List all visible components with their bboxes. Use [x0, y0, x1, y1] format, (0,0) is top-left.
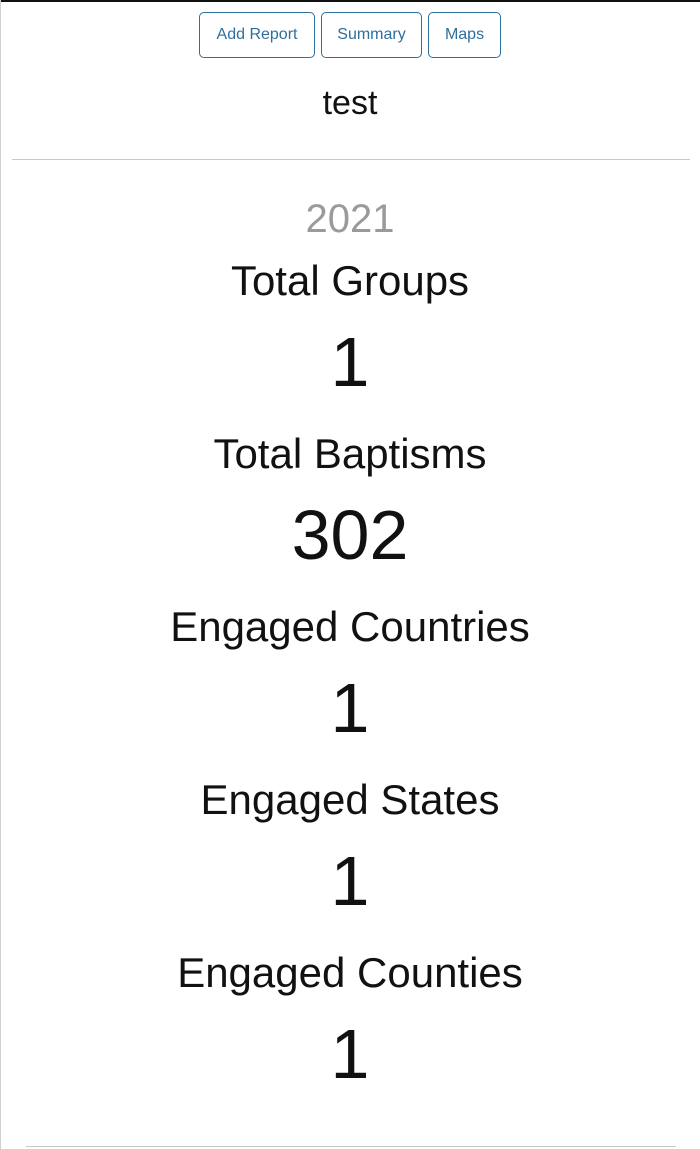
stat-total-groups: Total Groups 1: [0, 253, 700, 407]
stat-label: Engaged Counties: [177, 949, 523, 996]
stat-value: 1: [330, 323, 370, 401]
report-year: 2021: [305, 197, 395, 241]
top-border: [0, 0, 700, 2]
divider: [26, 1146, 676, 1147]
stat-value: 1: [330, 669, 370, 747]
stat-value: 1: [330, 1015, 370, 1093]
maps-button[interactable]: Maps: [428, 12, 501, 58]
page-title: test: [322, 84, 378, 122]
stat-label: Engaged States: [200, 776, 500, 823]
stat-engaged-countries: Engaged Countries 1: [0, 599, 700, 753]
stat-engaged-counties: Engaged Counties 1: [0, 945, 700, 1099]
add-report-button[interactable]: Add Report: [199, 12, 315, 58]
nav-bar: Add Report Summary Maps: [0, 12, 700, 58]
stat-total-baptisms: Total Baptisms 302: [0, 426, 700, 580]
stat-value: 1: [330, 842, 370, 920]
stat-value: 302: [291, 496, 409, 574]
stat-label: Total Groups: [230, 257, 470, 304]
summary-button[interactable]: Summary: [321, 12, 422, 58]
stat-engaged-states: Engaged States 1: [0, 772, 700, 926]
stat-label: Total Baptisms: [213, 430, 487, 477]
divider: [12, 159, 690, 160]
stat-label: Engaged Countries: [170, 603, 530, 650]
